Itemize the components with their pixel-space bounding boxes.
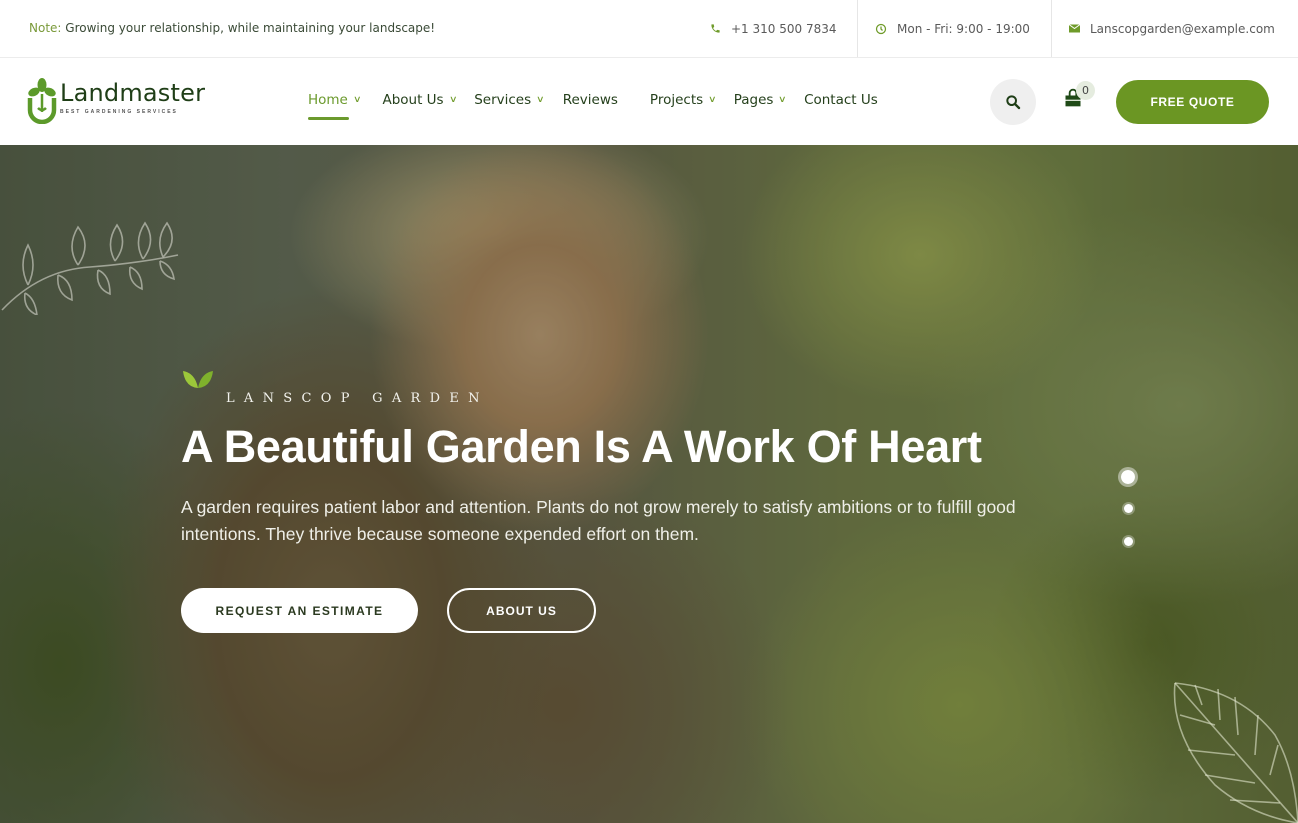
about-us-button[interactable]: ABOUT US: [447, 588, 596, 633]
logo[interactable]: Landmaster BEST GARDENING SERVICES: [27, 78, 205, 124]
cart-count-badge: 0: [1076, 81, 1095, 100]
hero-tagline-text: LANSCOP GARDEN: [226, 391, 489, 406]
green-leaves-icon: [183, 371, 213, 388]
nav-label: Pages: [733, 92, 774, 108]
nav-label: Contact Us: [804, 92, 878, 108]
nav-item-home[interactable]: Home ∨: [308, 92, 362, 120]
nav-label: Home: [308, 92, 348, 108]
leaf-branch-decoration-icon: [1, 221, 179, 315]
nav-item-projects[interactable]: Projects ∨: [649, 92, 717, 108]
contact-email[interactable]: Lanscopgarden@example.com: [1069, 0, 1275, 57]
phone-icon: [710, 23, 721, 34]
contact-hours: Mon - Fri: 9:00 - 19:00: [875, 0, 1052, 57]
nav-label: Reviews: [562, 92, 618, 108]
logo-sprout-icon: [27, 78, 57, 124]
chevron-down-icon: ∨: [778, 95, 788, 105]
request-estimate-button[interactable]: REQUEST AN ESTIMATE: [181, 588, 418, 633]
nav-item-pages[interactable]: Pages ∨: [733, 92, 788, 108]
nav-label: Services: [474, 92, 532, 108]
logo-tagline: BEST GARDENING SERVICES: [60, 109, 178, 115]
nav-item-contact-us[interactable]: Contact Us: [804, 92, 878, 108]
nav-item-about-us[interactable]: About Us ∨: [382, 92, 458, 108]
chevron-down-icon: ∨: [708, 95, 717, 105]
main-header: Landmaster BEST GARDENING SERVICES Home ∨…: [0, 58, 1298, 145]
nav-item-services[interactable]: Services ∨: [474, 92, 545, 108]
envelope-icon: [1069, 24, 1080, 33]
nav-item-reviews[interactable]: Reviews: [563, 92, 618, 108]
leaf-outline-decoration-icon: [1173, 682, 1298, 823]
top-note: Note: Growing your relationship, while m…: [29, 21, 435, 35]
nav-label: About Us: [382, 92, 444, 108]
main-nav: Home ∨ About Us ∨ Services ∨ Reviews Projec…: [308, 92, 878, 120]
phone-number: +1 310 500 7834: [731, 21, 837, 36]
search-button[interactable]: [990, 79, 1036, 125]
slider-dot-active[interactable]: [1118, 467, 1138, 487]
top-bar: Note: Growing your relationship, while m…: [0, 0, 1298, 58]
note-text: Growing your relationship, while maintai…: [61, 21, 436, 35]
hero-title: A Beautiful Garden Is A Work Of Heart: [181, 421, 982, 472]
chevron-down-icon: ∨: [536, 95, 545, 105]
chevron-down-icon: ∨: [352, 95, 362, 105]
slider-dot[interactable]: [1124, 504, 1133, 513]
search-icon: [1006, 95, 1021, 110]
email-address: Lanscopgarden@example.com: [1090, 21, 1275, 36]
hero-slider: LANSCOP GARDEN A Beautiful Garden Is A W…: [0, 145, 1298, 823]
slider-dot[interactable]: [1124, 537, 1133, 546]
free-quote-button[interactable]: FREE QUOTE: [1116, 80, 1269, 124]
note-label: Note:: [29, 21, 62, 35]
business-hours: Mon - Fri: 9:00 - 19:00: [897, 21, 1030, 36]
clock-icon: [875, 23, 887, 35]
nav-label: Projects: [649, 92, 704, 108]
chevron-down-icon: ∨: [448, 95, 458, 105]
contact-phone[interactable]: +1 310 500 7834: [710, 0, 858, 57]
hero-description: A garden requires patient labor and atte…: [181, 497, 1016, 544]
logo-name: Landmaster: [60, 79, 206, 107]
